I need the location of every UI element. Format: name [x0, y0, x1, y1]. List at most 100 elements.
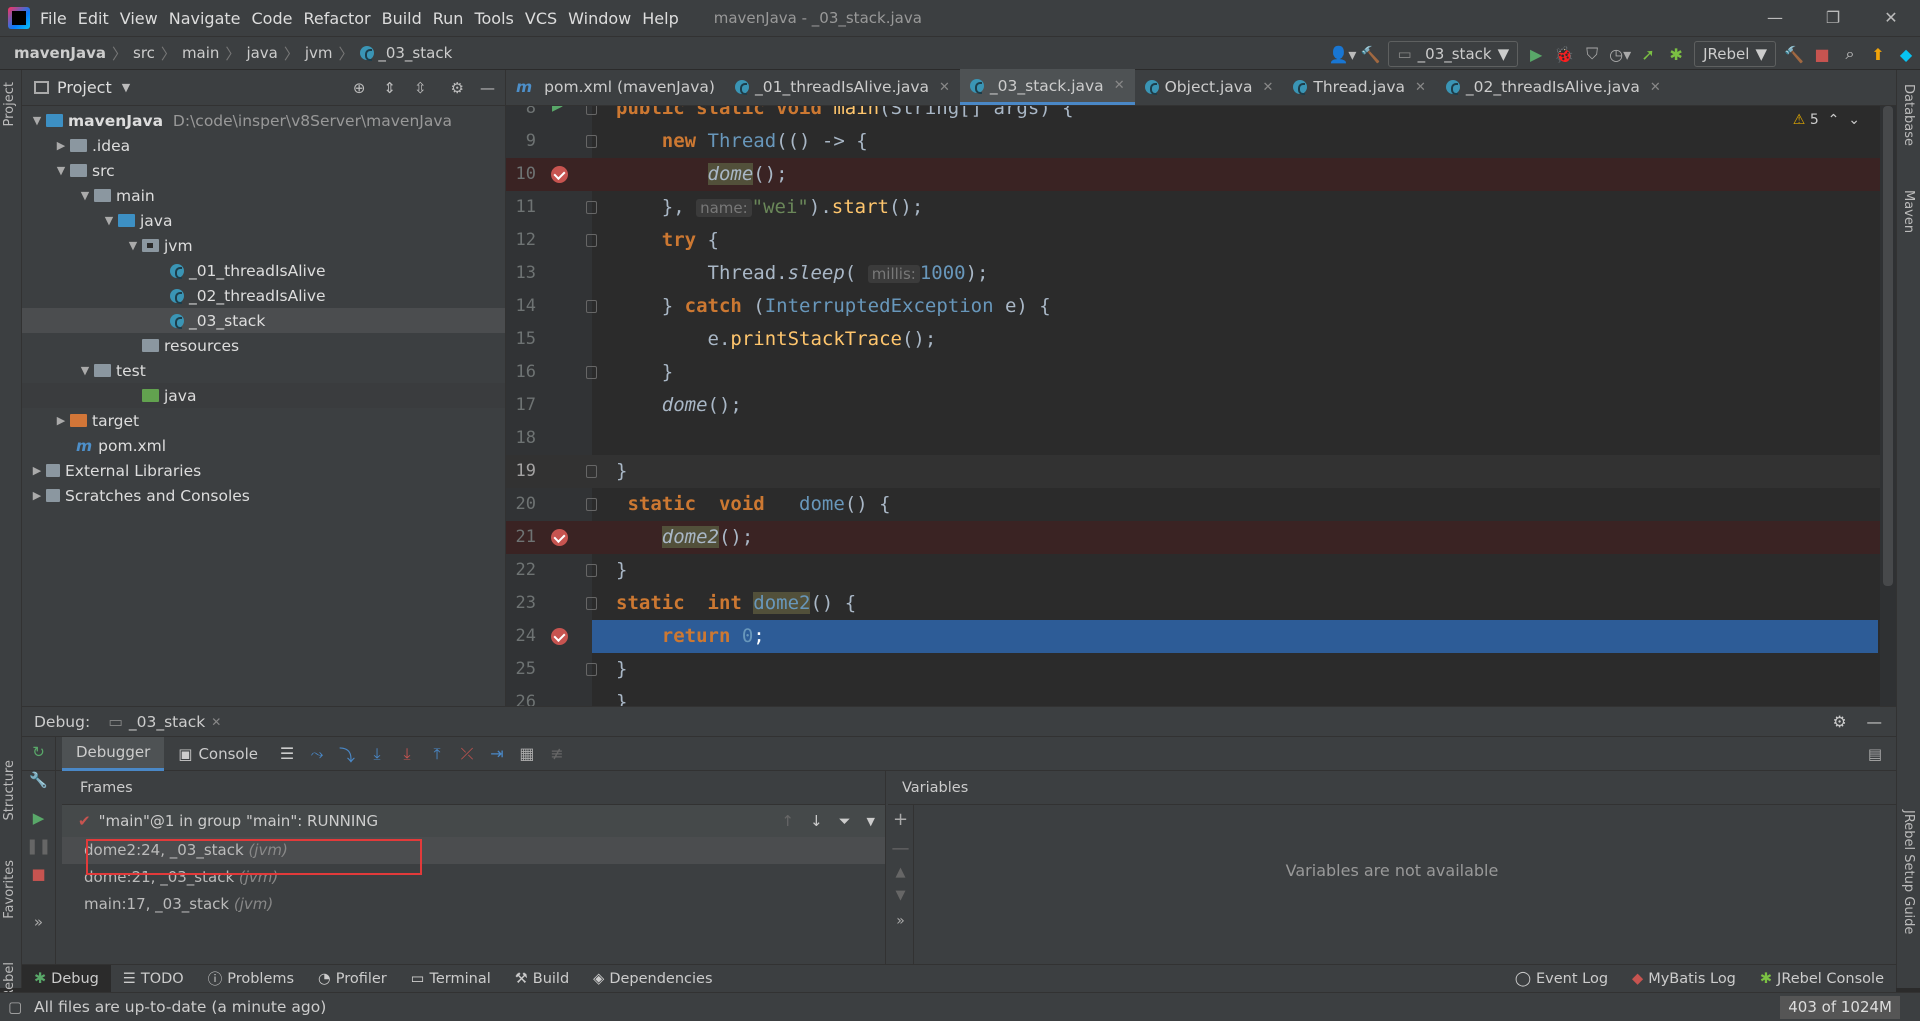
- debug-icon[interactable]: 🐞: [1550, 41, 1578, 67]
- force-step-into-icon[interactable]: ⤓: [392, 744, 422, 764]
- layout-icon[interactable]: ▤: [1868, 745, 1882, 763]
- fold-marker-icon[interactable]: [586, 498, 597, 511]
- tab-debugger[interactable]: Debugger: [62, 736, 165, 771]
- jrebel-run-icon[interactable]: ➚: [1634, 41, 1662, 67]
- fold-marker-icon[interactable]: [586, 465, 597, 478]
- breadcrumb-java[interactable]: java: [246, 44, 277, 62]
- fold-marker-icon[interactable]: [586, 597, 597, 610]
- add-watch-icon[interactable]: +: [888, 809, 913, 830]
- project-tool-button[interactable]: Project: [2, 82, 17, 126]
- breakpoint-icon[interactable]: [551, 166, 568, 183]
- chevron-down-icon[interactable]: ▼: [122, 81, 130, 94]
- tool-terminal[interactable]: ▭ Terminal: [399, 965, 503, 993]
- show-execution-point-icon[interactable]: ⤳: [302, 744, 332, 764]
- tool-event-log[interactable]: ◯ Event Log: [1503, 965, 1620, 993]
- close-tab-icon[interactable]: ✕: [1650, 80, 1661, 95]
- expand-all-icon[interactable]: ⇕: [383, 79, 396, 97]
- more-icon[interactable]: »: [888, 913, 913, 929]
- step-over-icon[interactable]: ⤵: [332, 742, 362, 766]
- thread-select[interactable]: ✔ "main"@1 in group "main": RUNNING ↑ ↓ …: [62, 805, 885, 837]
- menu-icon[interactable]: ☰: [272, 744, 302, 763]
- tab-console[interactable]: ▣ Console: [164, 737, 272, 771]
- tree-row[interactable]: java: [22, 383, 505, 408]
- maven-tool-button[interactable]: Maven: [1901, 190, 1916, 233]
- evaluate-expression-icon[interactable]: ▦: [512, 744, 542, 763]
- breakpoint-icon[interactable]: [551, 628, 568, 645]
- tab-object[interactable]: Object.java ✕: [1135, 69, 1284, 105]
- tree-row[interactable]: m pom.xml: [22, 433, 505, 458]
- search-icon[interactable]: ⌕: [1836, 41, 1864, 67]
- menu-tools[interactable]: Tools: [474, 9, 513, 28]
- stop-icon[interactable]: ■: [22, 865, 55, 883]
- breadcrumb-project[interactable]: mavenJava: [14, 44, 106, 62]
- tab-thread[interactable]: Thread.java ✕: [1283, 69, 1436, 105]
- tree-row[interactable]: _01_threadIsAlive: [22, 258, 505, 283]
- tool-mybatis-log[interactable]: ◆ MyBatis Log: [1620, 965, 1748, 993]
- tree-row[interactable]: ▶ Scratches and Consoles: [22, 483, 505, 508]
- resume-icon[interactable]: ▶: [22, 809, 55, 827]
- menu-view[interactable]: View: [120, 9, 158, 28]
- breadcrumb-src[interactable]: src: [133, 44, 155, 62]
- fold-marker-icon[interactable]: [586, 300, 597, 313]
- tool-build[interactable]: ⚒ Build: [503, 965, 581, 993]
- tool-dependencies[interactable]: ◈ Dependencies: [581, 965, 724, 993]
- scrollbar-thumb[interactable]: [1883, 106, 1893, 586]
- drop-frame-icon[interactable]: ⤫: [452, 744, 482, 764]
- arrow-down-icon[interactable]: ↓: [810, 812, 823, 830]
- menu-file[interactable]: File: [40, 9, 67, 28]
- run-to-cursor-icon[interactable]: ⇥: [482, 744, 512, 763]
- tool-jrebel-console[interactable]: ✱ JRebel Console: [1748, 965, 1896, 993]
- breakpoint-icon[interactable]: [551, 529, 568, 546]
- trace-stream-icon[interactable]: ≢: [542, 744, 572, 763]
- menu-window[interactable]: Window: [568, 9, 631, 28]
- tab-02-threadisalive[interactable]: _02_threadIsAlive.java ✕: [1436, 69, 1671, 105]
- chevron-down-icon[interactable]: ▼: [867, 815, 875, 828]
- close-tab-icon[interactable]: ✕: [1415, 80, 1426, 95]
- fold-marker-icon[interactable]: [586, 135, 597, 148]
- tree-row[interactable]: ▶ target: [22, 408, 505, 433]
- step-into-icon[interactable]: ⤓: [362, 744, 392, 764]
- user-icon[interactable]: 👤▾: [1328, 41, 1356, 67]
- step-out-icon[interactable]: ⤒: [422, 744, 452, 764]
- run-icon[interactable]: ▶: [1522, 41, 1550, 67]
- arrow-up-icon[interactable]: ↑: [781, 812, 794, 830]
- restore-icon[interactable]: ❐: [1804, 0, 1862, 36]
- frame-item[interactable]: main:17, _03_stack (jvm): [62, 891, 885, 918]
- hide-icon[interactable]: —: [1867, 713, 1883, 731]
- tree-row[interactable]: ▼ jvm: [22, 233, 505, 258]
- minimize-icon[interactable]: —: [1746, 0, 1804, 36]
- project-panel-title[interactable]: Project: [57, 78, 112, 97]
- tool-todo[interactable]: ☰ TODO: [111, 965, 196, 993]
- debug-session-tab[interactable]: _03_stack: [129, 713, 205, 731]
- hide-icon[interactable]: —: [480, 79, 495, 97]
- close-tab-icon[interactable]: ✕: [1114, 78, 1125, 93]
- profile-icon[interactable]: ◷▾: [1606, 41, 1634, 67]
- editor-scrollbar[interactable]: [1880, 106, 1896, 706]
- tree-row[interactable]: ▶ .idea: [22, 133, 505, 158]
- tree-row-selected[interactable]: _03_stack: [22, 308, 505, 333]
- update-icon[interactable]: ⬆: [1864, 41, 1892, 67]
- menu-run[interactable]: Run: [433, 9, 464, 28]
- fold-marker-icon[interactable]: [586, 106, 597, 115]
- tool-profiler[interactable]: ◔ Profiler: [306, 965, 399, 993]
- memory-indicator[interactable]: 403 of 1024M: [1780, 996, 1900, 1019]
- gear-icon[interactable]: ⚙: [451, 79, 464, 97]
- tree-row[interactable]: ▼ mavenJava D:\code\insper\v8Server\maven…: [22, 108, 505, 133]
- close-icon[interactable]: ✕: [1862, 0, 1920, 36]
- wrench-icon[interactable]: 🔧: [22, 771, 55, 789]
- breadcrumb-class[interactable]: _03_stack: [378, 44, 452, 62]
- tree-row[interactable]: ▼ java: [22, 208, 505, 233]
- tree-row[interactable]: _02_threadIsAlive: [22, 283, 505, 308]
- filter-icon[interactable]: ⏷: [839, 812, 851, 830]
- favorites-tool-button[interactable]: Favorites: [2, 860, 17, 919]
- breadcrumb-main[interactable]: main: [182, 44, 219, 62]
- database-tool-button[interactable]: Database: [1901, 84, 1916, 146]
- close-icon[interactable]: ✕: [211, 715, 221, 729]
- menu-navigate[interactable]: Navigate: [169, 9, 241, 28]
- menu-vcs[interactable]: VCS: [525, 9, 557, 28]
- menu-edit[interactable]: Edit: [78, 9, 109, 28]
- tree-row[interactable]: ▼ test: [22, 358, 505, 383]
- more-icon[interactable]: »: [22, 913, 55, 931]
- run-gutter-icon[interactable]: ▶: [552, 106, 563, 114]
- menu-code[interactable]: Code: [252, 9, 293, 28]
